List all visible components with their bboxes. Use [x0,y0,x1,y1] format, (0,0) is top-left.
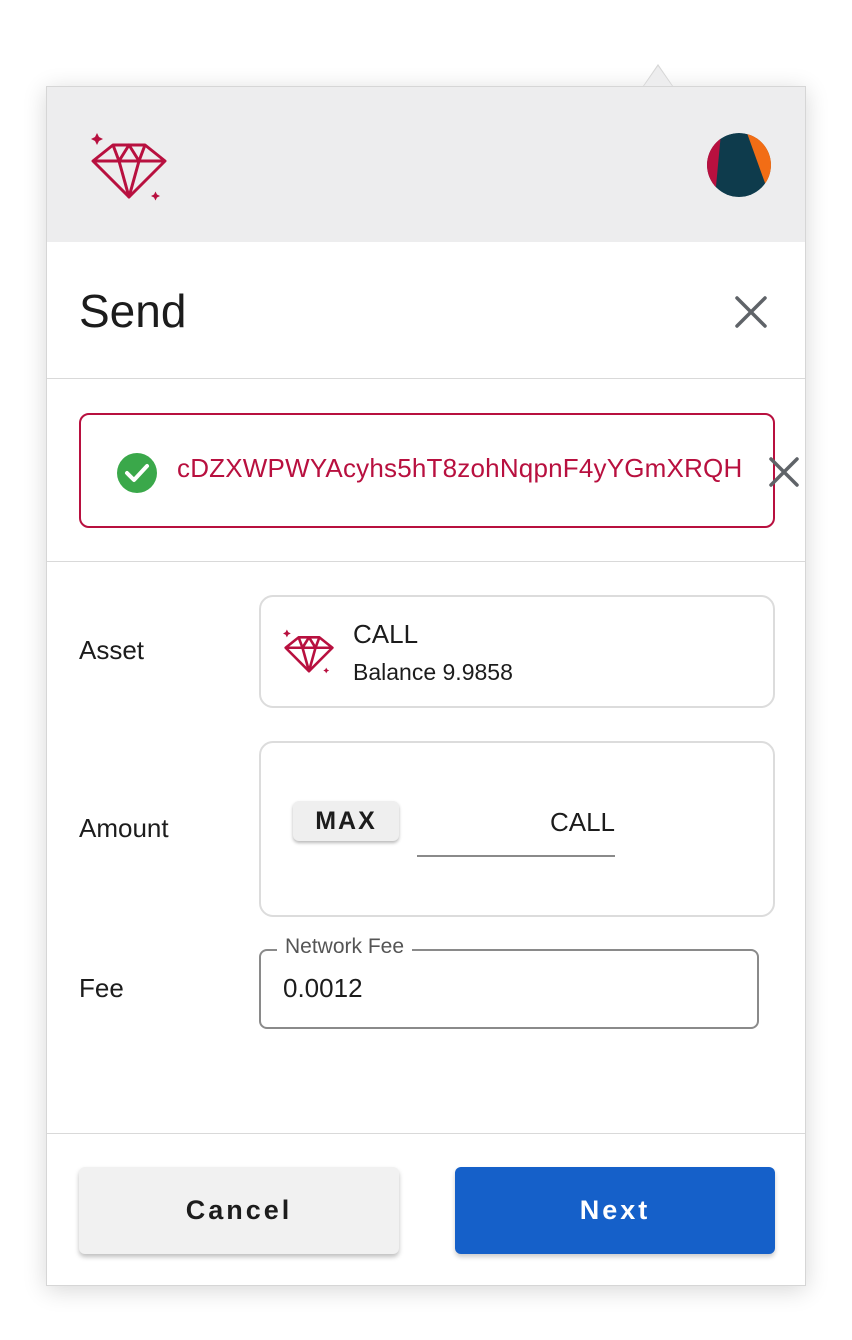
clear-address-icon[interactable] [767,455,801,489]
popup-header [47,87,805,242]
amount-input-wrapper: CALL [417,799,615,857]
next-button[interactable]: Next [455,1167,775,1254]
recipient-address: cDZXWPWYAcyhs5hT8zohNqpnF4yYGmXRQH [177,453,743,483]
fee-label: Fee [79,973,124,1003]
asset-name: CALL [353,619,419,649]
popup-caret [644,66,672,86]
recipient-section: cDZXWPWYAcyhs5hT8zohNqpnF4yYGmXRQH [47,379,805,562]
send-popup: Send cDZXWPWYAcyhs5hT8zohNqpnF4yYGmXRQH … [46,86,806,1286]
diamond-asset-icon [283,629,334,674]
amount-unit: CALL [549,807,615,837]
recipient-address-field[interactable]: cDZXWPWYAcyhs5hT8zohNqpnF4yYGmXRQH [79,413,799,528]
check-circle-icon [117,453,157,493]
asset-selector[interactable]: CALL Balance 9.9858 [259,595,775,708]
close-icon[interactable] [731,292,771,332]
cancel-button[interactable]: Cancel [79,1167,399,1254]
title-row: Send [47,242,805,379]
diamond-logo-icon [91,133,167,201]
network-fee-value: 0.0012 [283,973,363,1003]
network-fee-legend: Network Fee [277,935,413,959]
asset-balance: Balance 9.9858 [353,659,513,685]
page-title: Send [79,285,187,337]
max-button[interactable]: MAX [293,801,399,841]
footer-actions: Cancel Next [47,1133,805,1285]
amount-label: Amount [79,813,169,843]
asset-label: Asset [79,635,145,665]
account-avatar[interactable] [707,133,771,197]
amount-input[interactable] [417,807,537,843]
network-fee-field[interactable]: Network Fee 0.0012 [259,935,759,1029]
amount-panel: MAX CALL [259,741,775,917]
